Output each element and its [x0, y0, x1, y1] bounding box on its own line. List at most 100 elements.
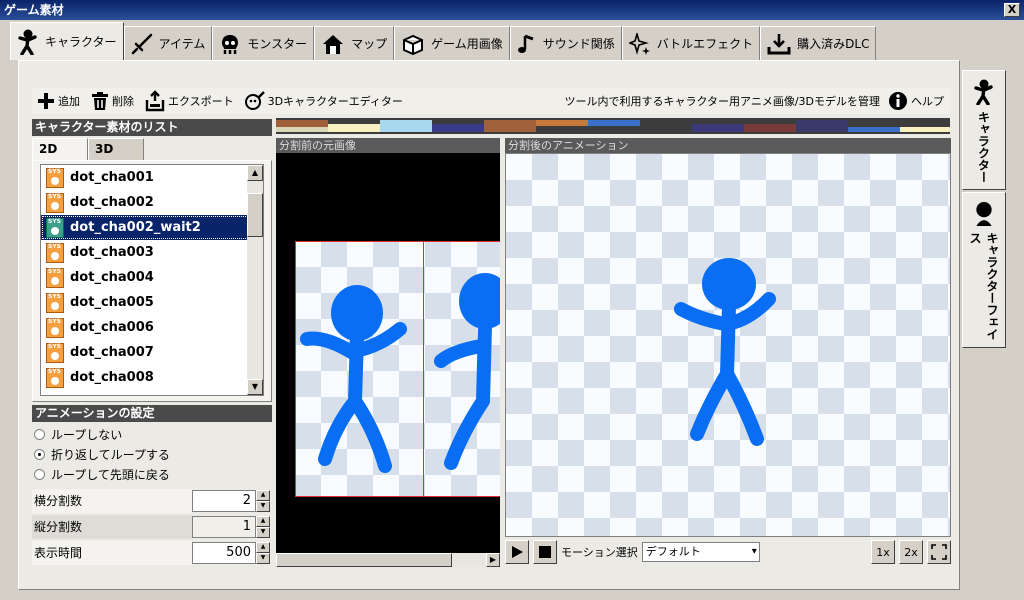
delete-label: 削除 — [112, 95, 134, 108]
radio-dot — [34, 429, 45, 440]
display-time-input[interactable]: 500 — [192, 542, 256, 564]
sparkle-icon — [628, 32, 650, 55]
sword-icon — [131, 33, 152, 54]
tab-label: モンスター — [247, 37, 308, 51]
vertical-divisions-input[interactable]: 1 — [192, 516, 256, 538]
delete-button[interactable]: 削除 — [90, 91, 134, 111]
window-titlebar: ゲーム素材 X — [0, 0, 1024, 20]
tab-label: サウンド関係 — [542, 37, 615, 51]
fullscreen-button[interactable] — [927, 540, 951, 564]
spin-up[interactable]: ▲ — [256, 516, 270, 527]
list-item[interactable]: dot_cha004 — [41, 265, 263, 290]
list-item[interactable]: dot_cha005 — [41, 290, 263, 315]
list-section-header: キャラクター素材のリスト — [32, 119, 272, 136]
list-item[interactable]: dot_cha006 — [41, 315, 263, 340]
list-item-selected[interactable]: dot_cha002_wait2 — [41, 215, 263, 240]
scroll-thumb[interactable] — [247, 193, 263, 237]
scroll-up-button[interactable]: ▲ — [247, 165, 263, 181]
field-label: 表示時間 — [32, 541, 192, 565]
play-icon — [512, 546, 523, 558]
tab-monster[interactable]: モンスター — [212, 26, 315, 60]
tab-character[interactable]: キャラクター — [10, 22, 124, 60]
file-icon — [46, 217, 64, 238]
tab-purchased-dlc[interactable]: 購入済みDLC — [760, 26, 877, 60]
radio-loop-restart[interactable]: ループして先頭に戻る — [34, 466, 170, 483]
scroll-thumb[interactable] — [276, 553, 452, 567]
motion-select[interactable]: デフォルト — [641, 542, 760, 562]
export-button[interactable]: エクスポート — [144, 90, 234, 112]
side-tab-label: キャラクター — [976, 111, 991, 183]
help-button[interactable]: ヘルプ — [888, 91, 944, 111]
source-sprite-sheet — [295, 241, 500, 497]
file-icon — [46, 167, 64, 188]
list-item[interactable]: dot_cha002 — [41, 190, 263, 215]
list-item-label: dot_cha001 — [70, 170, 154, 185]
add-button[interactable]: 追加 — [36, 91, 80, 111]
spin-down[interactable]: ▼ — [256, 501, 270, 512]
side-tab-character-face[interactable]: キャラクターフェイス — [962, 192, 1006, 348]
tab-battle-effect[interactable]: バトルエフェクト — [621, 26, 761, 60]
spin-up[interactable]: ▲ — [256, 542, 270, 553]
play-button[interactable] — [505, 540, 529, 564]
source-image-label: 分割前の元画像 — [276, 138, 500, 153]
list-item[interactable]: dot_cha003 — [41, 240, 263, 265]
spinner-buttons[interactable]: ▲ ▼ — [256, 542, 270, 564]
list-item[interactable]: dot_cha001 — [41, 165, 263, 190]
character-icon — [18, 29, 37, 55]
animated-character — [674, 258, 776, 446]
toolbar-description: ツール内で利用するキャラクター用アニメ画像/3Dモデルを管理 — [564, 95, 880, 108]
radio-pingpong-loop[interactable]: 折り返してループする — [34, 446, 170, 463]
list-item-label: dot_cha005 — [70, 295, 154, 310]
file-icon — [46, 242, 64, 263]
close-button[interactable]: X — [1004, 3, 1020, 17]
display-time-row: 表示時間 500 ▲ ▼ — [32, 541, 272, 565]
spin-down[interactable]: ▼ — [256, 553, 270, 564]
subtab-2d[interactable]: 2D — [32, 138, 88, 160]
add-label: 追加 — [58, 95, 80, 108]
side-tab-character[interactable]: キャラクター — [962, 70, 1006, 190]
horizontal-divisions-input[interactable]: 2 — [192, 490, 256, 512]
animation-preview[interactable] — [505, 153, 951, 537]
tab-item[interactable]: アイテム — [123, 26, 213, 60]
radio-dot — [34, 449, 45, 460]
editor-face-icon — [244, 91, 265, 110]
character-asset-list[interactable]: dot_cha001 dot_cha002 dot_cha002_wait2 d… — [40, 164, 264, 396]
export-icon — [145, 90, 165, 112]
stop-button[interactable] — [533, 540, 557, 564]
scroll-down-button[interactable]: ▼ — [247, 379, 263, 395]
source-image-viewer[interactable] — [276, 153, 500, 553]
list-scrollbar[interactable]: ▲ ▼ — [247, 165, 263, 395]
list-item-label: dot_cha003 — [70, 245, 154, 260]
file-icon — [46, 267, 64, 288]
tab-sound[interactable]: サウンド関係 — [509, 26, 622, 60]
file-icon — [46, 367, 64, 388]
tab-label: 購入済みDLC — [797, 37, 870, 51]
scroll-right-button[interactable]: ▶ — [486, 553, 500, 567]
tab-game-image[interactable]: ゲーム用画像 — [394, 26, 510, 60]
skull-icon — [222, 34, 239, 54]
playback-controls: モーション選択 デフォルト 1x 2x — [505, 538, 951, 566]
spin-up[interactable]: ▲ — [256, 490, 270, 501]
subtab-3d[interactable]: 3D — [88, 138, 144, 160]
stop-icon — [539, 546, 551, 558]
zoom-2x-button[interactable]: 2x — [899, 540, 923, 564]
spinner-buttons[interactable]: ▲ ▼ — [256, 490, 270, 512]
radio-label: 折り返してループする — [51, 448, 170, 462]
info-icon — [889, 92, 907, 110]
fullscreen-icon — [931, 544, 947, 560]
list-item-label: dot_cha004 — [70, 270, 154, 285]
color-palette-strip — [276, 118, 950, 134]
tab-map[interactable]: マップ — [314, 26, 395, 60]
list-item[interactable]: dot_cha007 — [41, 340, 263, 365]
toolbar: 追加 削除 エクスポート 3Dキャラクターエディター ツール内で利用するキャラク… — [32, 88, 950, 114]
list-item[interactable]: dot_cha008 — [41, 365, 263, 390]
radio-no-loop[interactable]: ループしない — [34, 426, 122, 443]
list-item-label: dot_cha002_wait2 — [70, 220, 201, 235]
3d-editor-button[interactable]: 3Dキャラクターエディター — [244, 91, 403, 111]
spin-down[interactable]: ▼ — [256, 527, 270, 538]
tab-label: バトルエフェクト — [656, 37, 754, 51]
window-title: ゲーム素材 — [4, 3, 64, 17]
spinner-buttons[interactable]: ▲ ▼ — [256, 516, 270, 538]
zoom-1x-button[interactable]: 1x — [871, 540, 895, 564]
source-hscrollbar[interactable]: ▶ — [276, 553, 500, 567]
